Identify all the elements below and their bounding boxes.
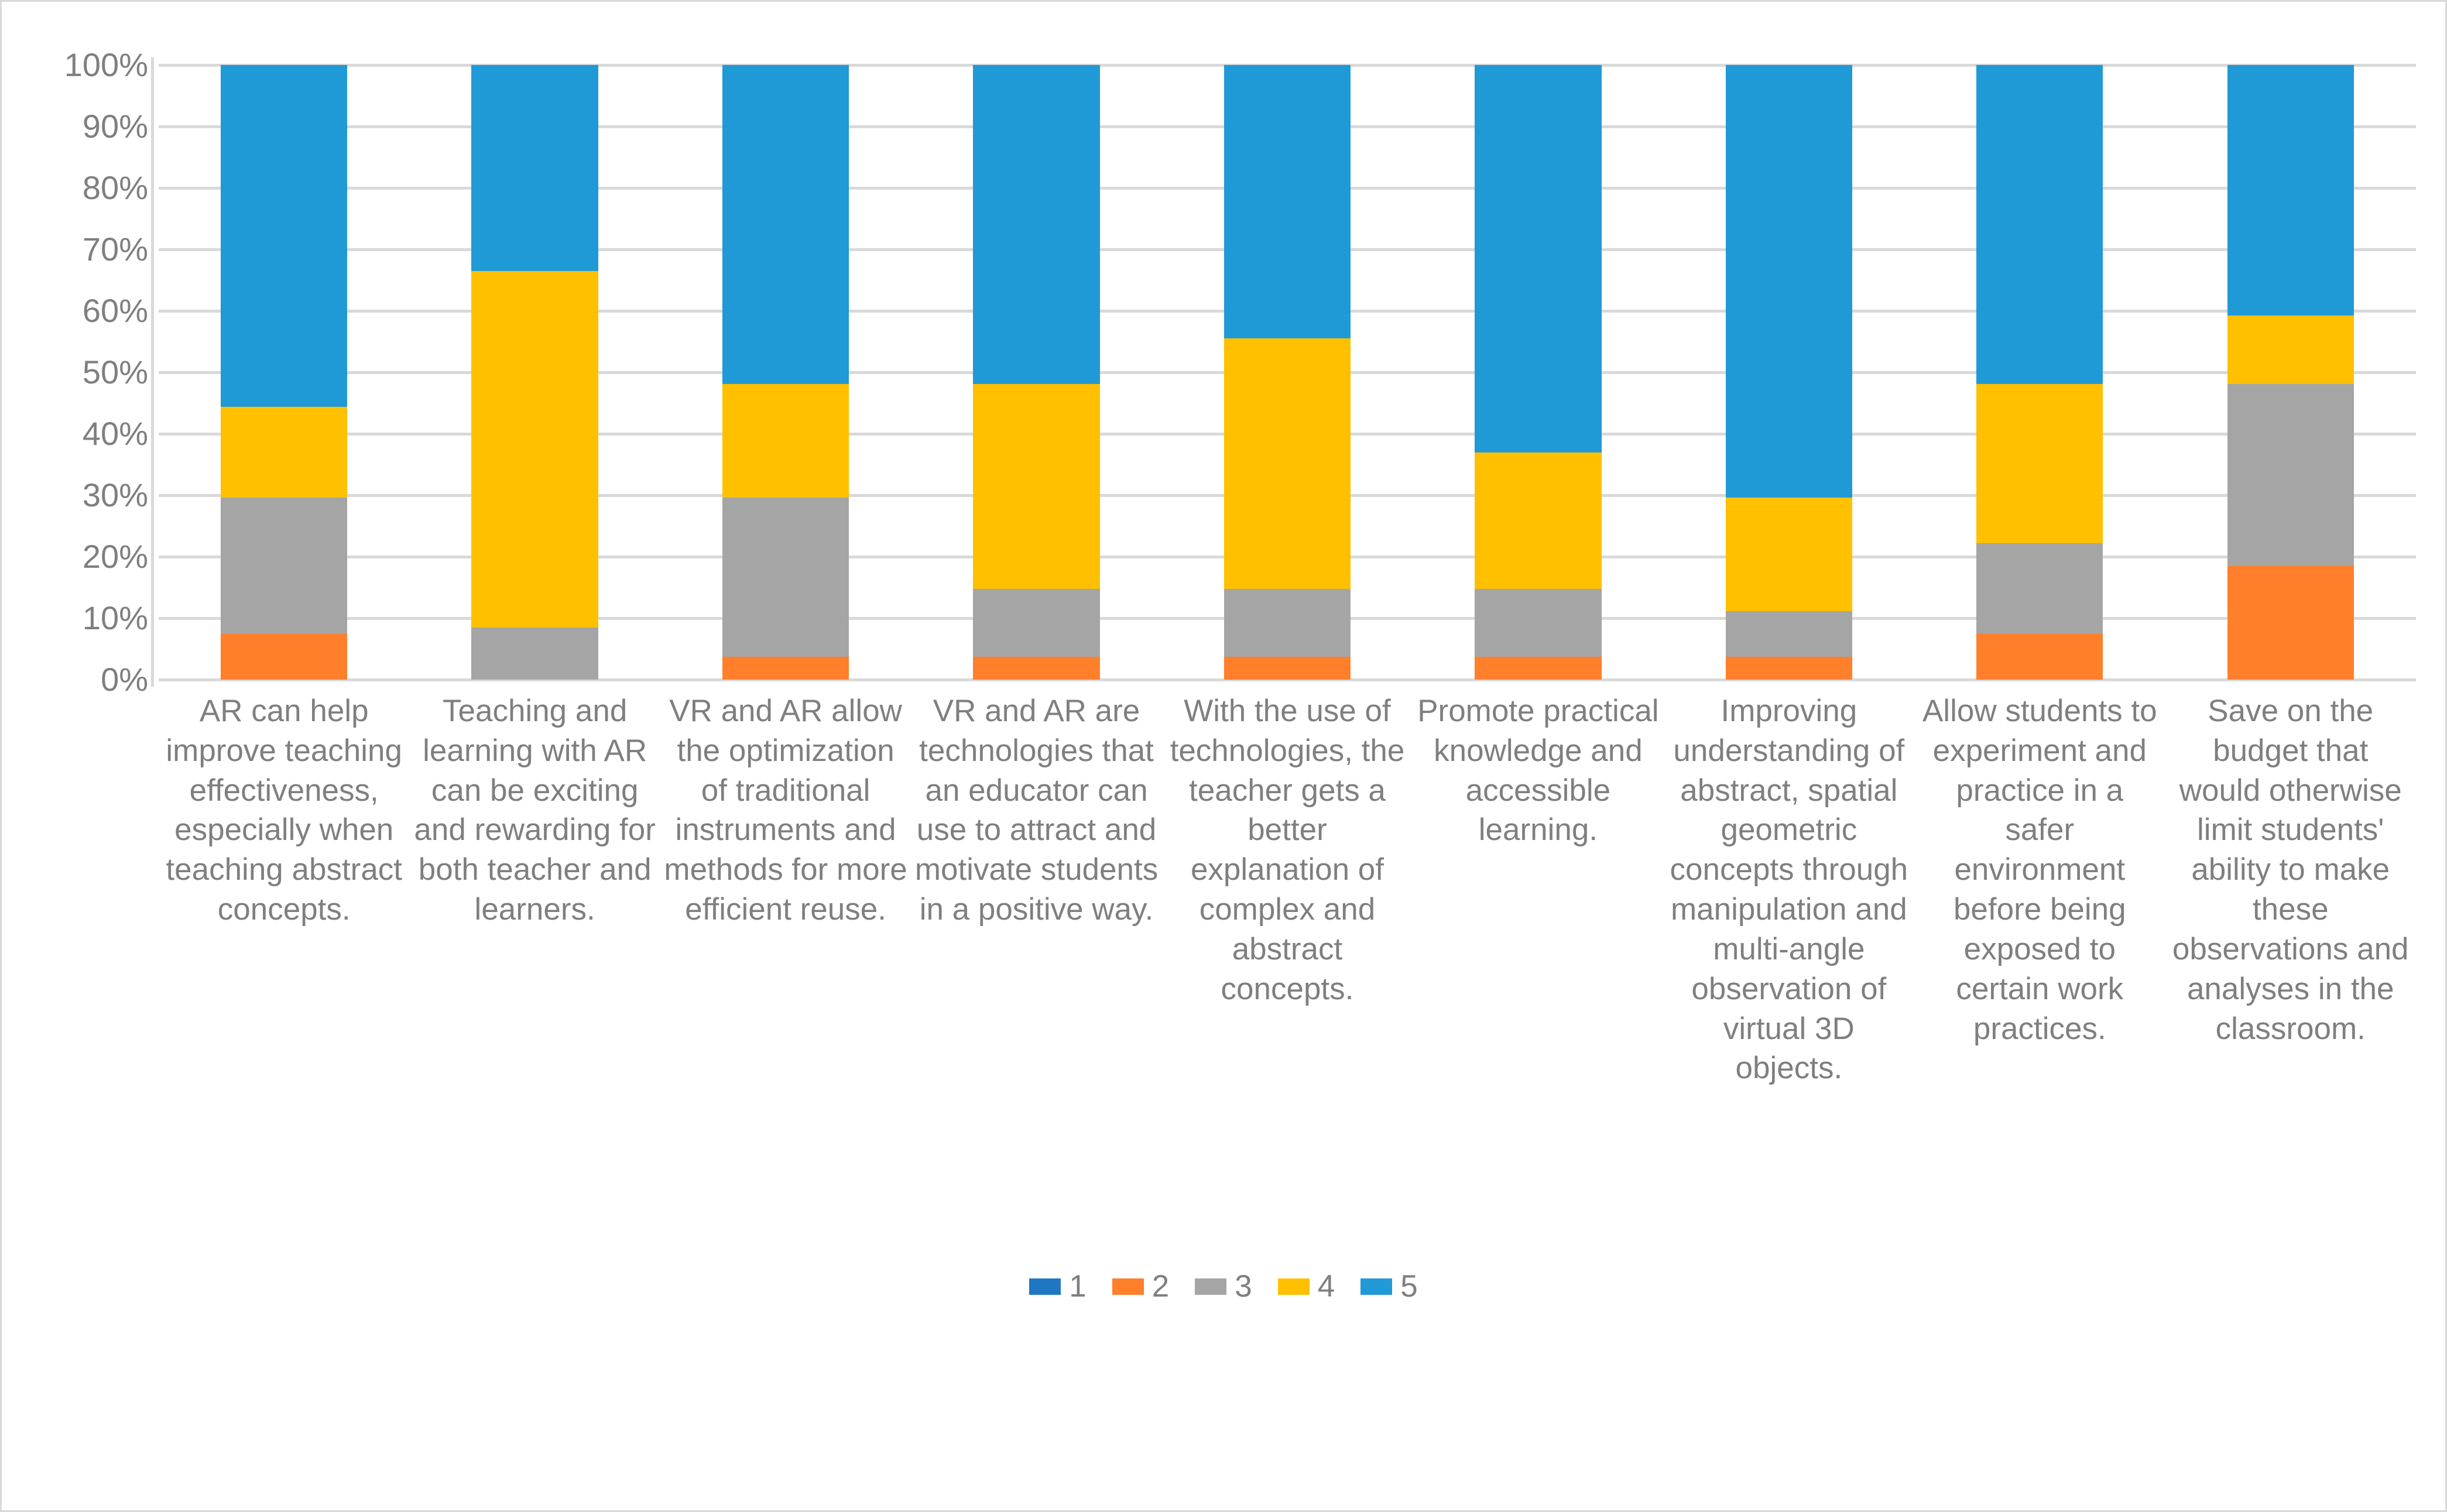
legend-item[interactable]: 4 [1277,1269,1335,1304]
stacked-bar[interactable] [1475,65,1602,680]
bar-segment-5[interactable] [1224,65,1351,339]
x-axis-category-label: AR can help improve teaching effectivene… [166,694,403,927]
x-axis-category-label: Promote practical knowledge and accessib… [1417,694,1659,848]
bar-series-layer [159,65,2416,680]
y-axis-tick-label: 60% [82,292,148,329]
bar-column[interactable] [660,65,911,680]
bar-segment-2[interactable] [2227,565,2354,680]
bar-column[interactable] [1664,65,1914,680]
legend-label: 3 [1235,1269,1252,1304]
stacked-bar[interactable] [1976,65,2103,680]
chart-frame: 100% 90% 80% 70% 60% 50% 40% 30% 20% 10% 0% AR can… [0,0,2447,1512]
bar-segment-2[interactable] [1224,657,1351,680]
y-axis-tick-label: 80% [82,169,148,206]
legend-swatch-icon [1112,1278,1144,1295]
x-axis-category-label: Save on the budget that would otherwise … [2172,694,2409,1046]
legend-label: 1 [1069,1269,1087,1304]
bar-segment-4[interactable] [2227,316,2354,384]
bar-segment-2[interactable] [1976,634,2103,680]
legend-swatch-icon [1360,1278,1393,1295]
stacked-bar[interactable] [722,65,849,680]
bar-column[interactable] [911,65,1161,680]
y-axis-tick-label: 50% [82,354,148,390]
y-axis-tick-label: 30% [82,476,148,513]
bar-segment-4[interactable] [1976,383,2103,543]
legend-label: 5 [1400,1269,1418,1304]
legend-item[interactable]: 1 [1029,1269,1087,1304]
y-axis-tick-label: 90% [82,108,148,145]
stacked-bar[interactable] [973,65,1100,680]
bar-segment-3[interactable] [1224,588,1351,657]
bar-segment-3[interactable] [1976,543,2103,635]
stacked-bar[interactable] [221,65,348,680]
y-axis-tick-label: 40% [82,415,148,452]
legend-item[interactable]: 5 [1360,1269,1418,1304]
bar-segment-5[interactable] [471,65,598,271]
legend-label: 2 [1151,1269,1170,1304]
bar-column[interactable] [1413,65,1663,680]
stacked-bar[interactable] [1725,65,1853,680]
y-axis-tick-label: 70% [82,231,148,268]
bar-segment-3[interactable] [973,588,1100,657]
bar-segment-5[interactable] [1976,65,2103,384]
y-axis-tick-label: 10% [82,599,148,636]
legend-item[interactable]: 2 [1112,1271,1169,1302]
bar-segment-5[interactable] [722,65,849,384]
bar-column[interactable] [1914,65,2165,680]
x-axis-category-label: Teaching and learning with AR can be exc… [414,694,656,927]
bar-segment-2[interactable] [1725,657,1853,680]
bar-segment-4[interactable] [1224,338,1351,589]
x-axis-category-label: Improving understanding of abstract, spa… [1670,694,1908,1086]
bar-segment-2[interactable] [973,657,1100,680]
bar-segment-3[interactable] [1475,588,1602,657]
y-axis-tick-label: 20% [82,538,148,575]
bar-segment-3[interactable] [2227,383,2354,566]
stacked-bar[interactable] [1224,65,1351,680]
y-axis-tick-labels: 100% 90% 80% 70% 60% 50% 40% 30% 20% 10% 0% [13,49,148,696]
stacked-bar[interactable] [471,65,598,680]
x-axis-category-label: Allow students to experiment and practic… [1922,694,2157,1046]
bar-segment-5[interactable] [2227,65,2354,316]
bar-segment-4[interactable] [1475,452,1602,589]
bar-segment-2[interactable] [722,657,849,680]
bar-column[interactable] [159,65,409,680]
legend-item[interactable]: 3 [1195,1271,1252,1302]
x-axis-category-label: VR and AR allow the optimization of trad… [664,694,907,927]
y-axis-line [151,57,154,687]
x-axis-category-label: With the use of technologies, the teache… [1170,694,1405,1006]
bar-column[interactable] [1162,65,1413,680]
x-axis-category-labels: AR can help improve teaching effectivene… [159,691,2416,1088]
bar-segment-4[interactable] [471,270,598,628]
bar-segment-5[interactable] [1475,65,1602,452]
chart-legend: 1 2 3 4 5 [2,1271,2445,1302]
bar-segment-3[interactable] [1725,611,1853,657]
bar-segment-2[interactable] [1475,657,1602,680]
legend-swatch-icon [1277,1278,1310,1295]
x-axis-category-label: VR and AR are technologies that an educa… [914,694,1159,927]
y-axis-tick-label: 0% [101,661,148,698]
legend-swatch-icon [1195,1278,1227,1295]
bar-segment-2[interactable] [221,634,348,680]
stacked-bar[interactable] [2227,65,2354,680]
bar-segment-3[interactable] [221,498,348,635]
bar-column[interactable] [2165,65,2416,680]
bar-column[interactable] [409,65,660,680]
bar-segment-4[interactable] [1725,498,1853,612]
bar-segment-4[interactable] [973,383,1100,589]
legend-swatch-icon [1029,1278,1061,1295]
bar-segment-3[interactable] [471,627,598,680]
bar-segment-4[interactable] [722,383,849,498]
bar-segment-5[interactable] [1725,65,1853,498]
bar-segment-5[interactable] [973,65,1100,384]
bar-segment-3[interactable] [722,498,849,657]
bar-segment-4[interactable] [221,406,348,498]
legend-label: 4 [1317,1269,1335,1304]
y-axis-tick-label: 100% [64,46,148,83]
bar-segment-5[interactable] [221,65,348,407]
